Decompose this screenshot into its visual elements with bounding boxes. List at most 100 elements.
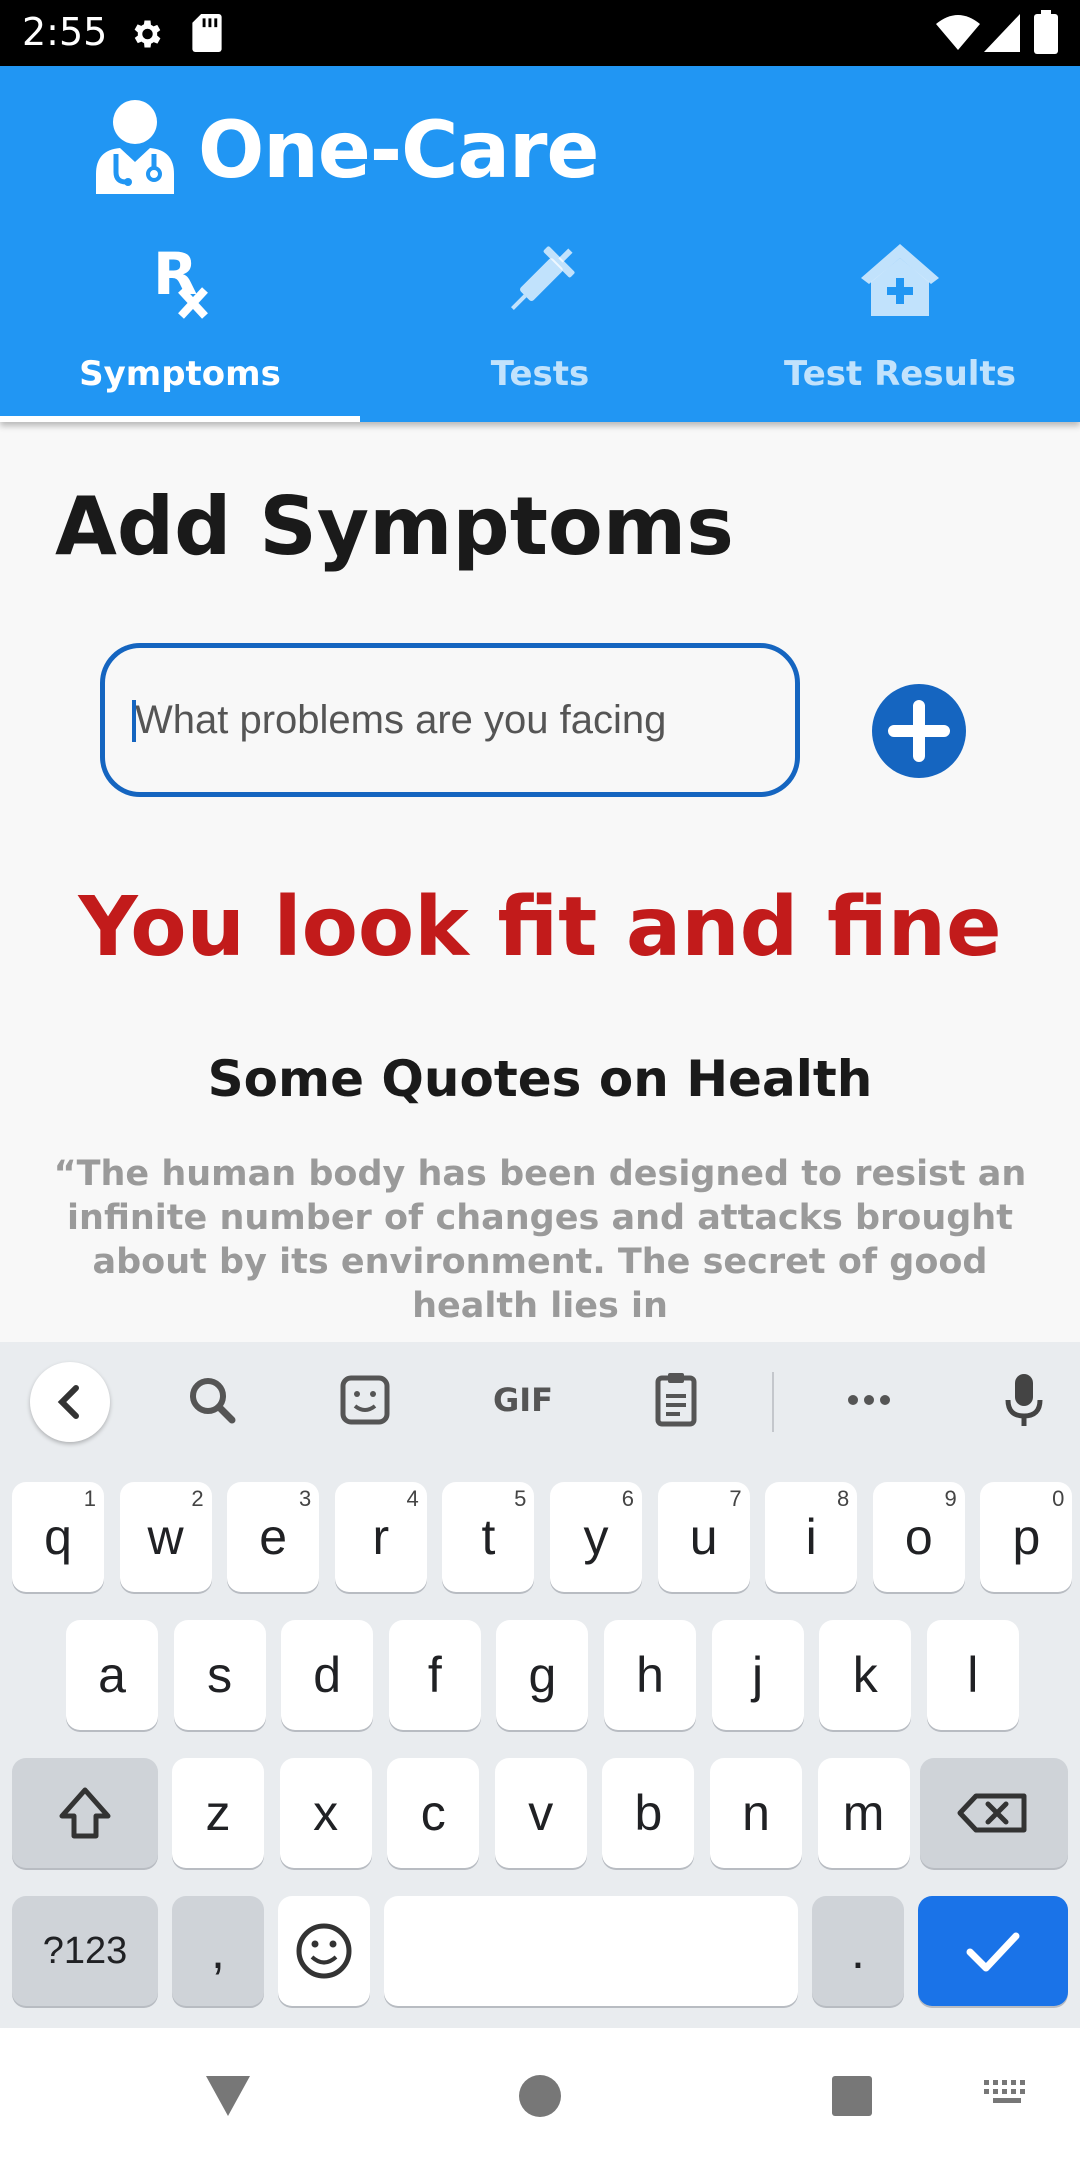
keyboard-switch-icon[interactable]: [982, 2078, 1032, 2112]
mic-icon[interactable]: [984, 1360, 1064, 1440]
status-bar: 2:55: [0, 0, 1080, 66]
key-hint: 9: [944, 1486, 957, 1511]
key-r[interactable]: r4: [334, 1482, 427, 1592]
more-icon[interactable]: [829, 1360, 909, 1440]
key-hint: 8: [836, 1486, 850, 1511]
doctor-logo-icon: [96, 100, 174, 194]
key-hint: 2: [191, 1486, 204, 1511]
key-d[interactable]: d: [281, 1620, 374, 1730]
key-p[interactable]: p0: [980, 1482, 1073, 1592]
key-t[interactable]: t5: [442, 1482, 535, 1592]
tab-indicator: [0, 416, 360, 422]
key-hint: 5: [514, 1486, 527, 1511]
toolbar-divider: [772, 1372, 774, 1432]
rx-icon: R: [153, 240, 208, 319]
key-y[interactable]: y6: [550, 1482, 642, 1592]
key-a[interactable]: a: [66, 1620, 158, 1730]
key-hint: 6: [621, 1486, 634, 1511]
key-period[interactable]: .: [812, 1896, 904, 2006]
key-label: y: [583, 1509, 609, 1565]
key-z[interactable]: z: [172, 1758, 264, 1868]
status-time: 2:55: [22, 10, 108, 54]
key-label: e: [259, 1509, 288, 1565]
key-q[interactable]: q1: [12, 1482, 104, 1592]
key-i[interactable]: i8: [765, 1482, 858, 1592]
key-label: o: [904, 1509, 933, 1565]
key-label: r: [372, 1509, 390, 1565]
tab-test-results[interactable]: Test Results: [720, 236, 1080, 422]
tab-symptoms[interactable]: R Symptoms: [0, 236, 360, 422]
sd-card-icon: [192, 14, 222, 52]
shift-icon: [59, 1787, 111, 1839]
home-nav-icon[interactable]: [512, 2068, 568, 2124]
key-hint: 4: [406, 1486, 419, 1511]
wifi-icon: [936, 15, 980, 50]
page-title: Add Symptoms: [55, 480, 734, 573]
text-cursor: [132, 700, 136, 742]
sticker-icon[interactable]: [325, 1360, 405, 1440]
gif-button[interactable]: GIF: [478, 1360, 568, 1440]
search-icon[interactable]: [172, 1360, 252, 1440]
key-e[interactable]: e3: [227, 1482, 320, 1592]
key-label: i: [805, 1509, 817, 1565]
key-hint: 0: [1052, 1486, 1065, 1511]
quotes-heading: Some Quotes on Health: [207, 1050, 873, 1108]
key-backspace[interactable]: [920, 1758, 1068, 1868]
keyboard-back-button[interactable]: [30, 1362, 110, 1442]
key-s[interactable]: s: [173, 1620, 266, 1730]
key-c[interactable]: c: [387, 1758, 480, 1868]
key-l[interactable]: l: [926, 1620, 1019, 1730]
key-label: p: [1012, 1509, 1041, 1565]
quote-text: “The human body has been designed to res…: [53, 1154, 1027, 1326]
key-x[interactable]: x: [279, 1758, 372, 1868]
chevron-left-icon: [57, 1385, 79, 1419]
key-w[interactable]: w2: [119, 1482, 212, 1592]
key-v[interactable]: v: [494, 1758, 587, 1868]
checkmark-icon: [966, 1932, 1020, 1972]
key-hint: 1: [83, 1486, 96, 1511]
key-n[interactable]: n: [710, 1758, 802, 1868]
key-f[interactable]: f: [388, 1620, 481, 1730]
plus-icon: [888, 700, 950, 762]
key-m[interactable]: m: [817, 1758, 910, 1868]
recents-nav-icon[interactable]: [824, 2068, 880, 2124]
key-enter[interactable]: [918, 1896, 1068, 2006]
key-comma[interactable]: ,: [172, 1896, 264, 2006]
clinic-home-icon: [861, 244, 939, 316]
key-h[interactable]: h: [604, 1620, 696, 1730]
key-label: t: [481, 1509, 496, 1565]
key-k[interactable]: k: [819, 1620, 912, 1730]
status-message: You look fit and fine: [78, 880, 1002, 975]
symptom-input[interactable]: [100, 643, 800, 797]
tab-label: Test Results: [784, 354, 1016, 394]
key-u[interactable]: u7: [657, 1482, 750, 1592]
key-o[interactable]: o9: [872, 1482, 965, 1592]
key-b[interactable]: b: [602, 1758, 695, 1868]
back-nav-icon[interactable]: [200, 2066, 256, 2122]
key-label: u: [689, 1509, 718, 1565]
key-hint: 7: [729, 1486, 742, 1511]
tab-label: Tests: [490, 354, 590, 394]
keyboard: GIF q1w2e3r4t5y6u7i8o9p0 asdfghjkl zxcvb…: [0, 1342, 1080, 2028]
key-j[interactable]: j: [711, 1620, 804, 1730]
key-symbols[interactable]: ?123: [12, 1896, 158, 2006]
key-emoji[interactable]: [278, 1896, 370, 2006]
key-shift[interactable]: [12, 1758, 158, 1868]
syringe-icon: [511, 246, 575, 310]
emoji-icon: [296, 1923, 352, 1979]
navigation-bar: [0, 2028, 1080, 2160]
tab-label: Symptoms: [79, 354, 281, 394]
key-hint: 3: [298, 1486, 312, 1511]
key-space[interactable]: [384, 1896, 798, 2006]
clipboard-icon[interactable]: [636, 1360, 716, 1440]
key-label: q: [44, 1509, 72, 1565]
key-label: w: [147, 1509, 184, 1565]
app-bar: One-Care R Symptoms Tests Test Results: [0, 66, 1080, 422]
settings-icon: [134, 20, 161, 48]
battery-icon: [1034, 10, 1058, 54]
add-symptom-button[interactable]: [872, 684, 966, 778]
tab-tests[interactable]: Tests: [360, 236, 720, 422]
key-g[interactable]: g: [496, 1620, 589, 1730]
signal-icon: [984, 14, 1020, 52]
backspace-icon: [957, 1793, 1027, 1833]
